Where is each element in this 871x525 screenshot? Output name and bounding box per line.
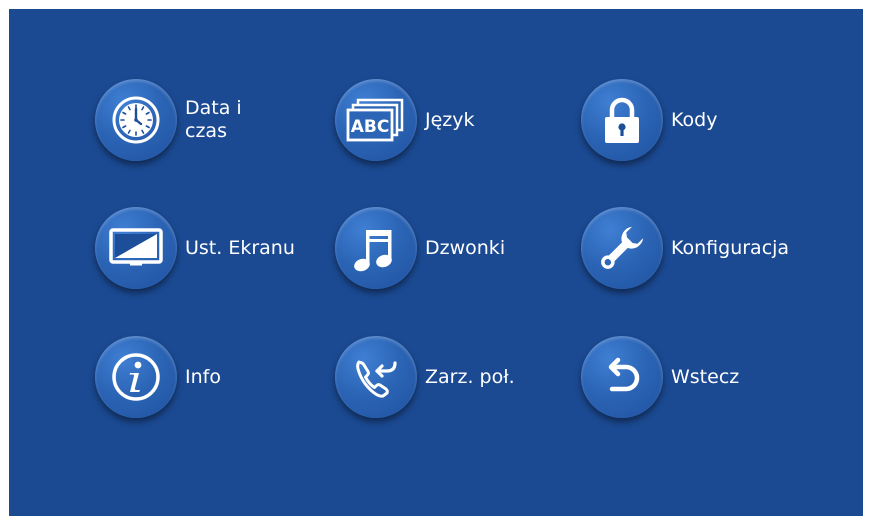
screen-settings-label: Ust. Ekranu: [185, 236, 295, 259]
menu-item-info[interactable]: Info: [95, 336, 221, 418]
date-time-button[interactable]: [95, 79, 177, 161]
music-note-icon: [354, 230, 392, 272]
info-button[interactable]: [95, 336, 177, 418]
menu-item-language[interactable]: ABC Język: [335, 79, 475, 161]
ringtones-label: Dzwonki: [425, 236, 506, 259]
back-button[interactable]: [581, 336, 663, 418]
back-arrow-icon: [608, 357, 640, 392]
codes-label: Kody: [671, 108, 718, 131]
menu-item-date-time[interactable]: Data i czas: [95, 79, 265, 161]
menu-item-ringtones[interactable]: Dzwonki: [335, 207, 505, 289]
menu-item-screen-settings[interactable]: Ust. Ekranu: [95, 207, 295, 289]
configuration-button[interactable]: [581, 207, 663, 289]
menu-item-codes[interactable]: Kody: [581, 79, 717, 161]
monitor-icon: [109, 228, 163, 266]
configuration-label: Konfiguracja: [671, 236, 790, 259]
call-management-label: Zarz. poł.: [425, 365, 515, 388]
menu-item-configuration[interactable]: Konfiguracja: [581, 207, 789, 289]
abc-icon: ABC: [346, 98, 404, 142]
incoming-call-icon: [356, 360, 397, 398]
language-button[interactable]: ABC: [335, 79, 417, 161]
info-icon: [112, 353, 160, 401]
language-label: Język: [425, 108, 475, 131]
wrench-icon: [601, 226, 644, 269]
info-label: Info: [185, 365, 221, 388]
ringtones-button[interactable]: [335, 207, 417, 289]
codes-button[interactable]: [581, 79, 663, 161]
lock-icon: [605, 97, 639, 143]
date-time-label: Data i czas: [185, 97, 242, 142]
back-label: Wstecz: [671, 365, 740, 388]
settings-menu-screen: Data i czas ABC Język Kody Ust. Ekranu D…: [9, 9, 863, 516]
menu-item-call-management[interactable]: Zarz. poł.: [335, 336, 515, 418]
svg-text:ABC: ABC: [351, 117, 390, 137]
clock-icon: [112, 96, 160, 144]
menu-item-back[interactable]: Wstecz: [581, 336, 739, 418]
screen-settings-button[interactable]: [95, 207, 177, 289]
call-management-button[interactable]: [335, 336, 417, 418]
